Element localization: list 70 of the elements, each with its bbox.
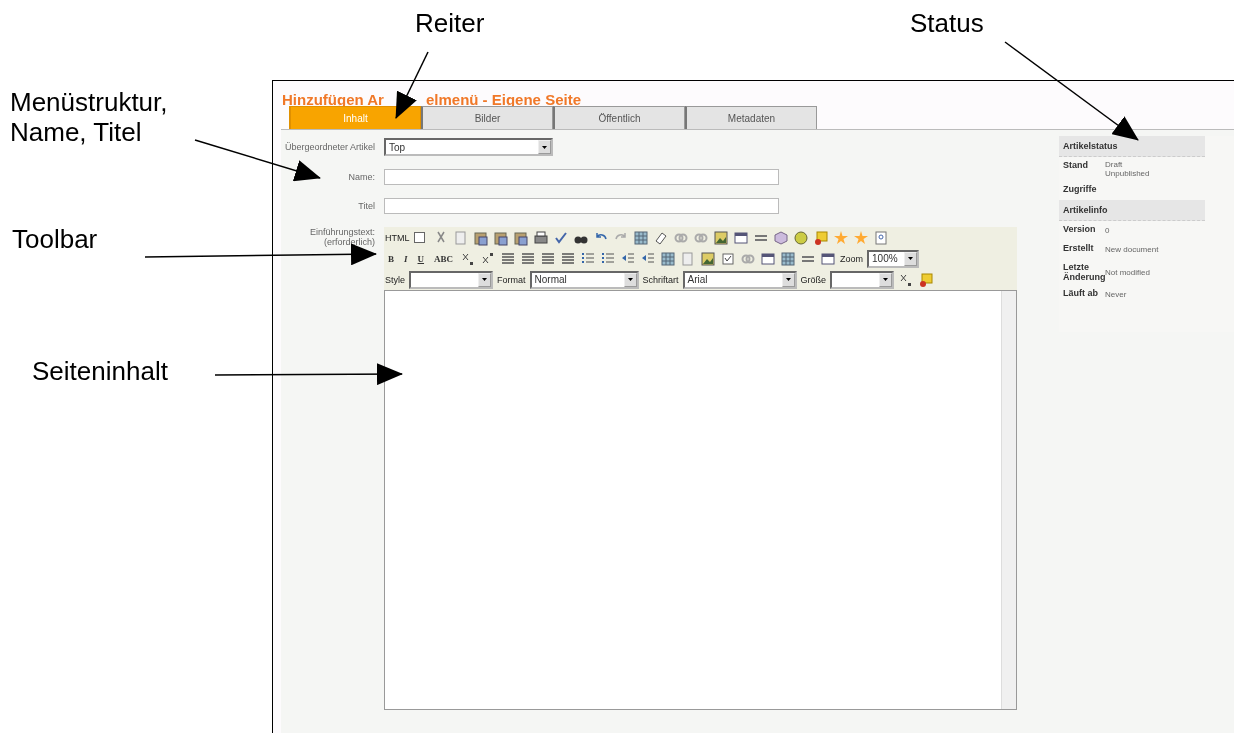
caret-icon bbox=[908, 257, 914, 260]
status-value: Never bbox=[1105, 290, 1127, 299]
section-header: Artikelinfo bbox=[1059, 200, 1205, 221]
field-label: Einführungstext: (erforderlich) bbox=[308, 227, 375, 247]
page-title: Hinzufügen Ar bbox=[282, 91, 384, 106]
field-icon[interactable] bbox=[820, 250, 837, 267]
status-value: Unpublished bbox=[1105, 169, 1150, 178]
status-value: New document bbox=[1105, 245, 1159, 254]
annotation-label: Status bbox=[910, 8, 984, 39]
dropdown[interactable]: 100% bbox=[867, 249, 920, 268]
grid-icon[interactable] bbox=[660, 250, 677, 267]
align-right-icon[interactable] bbox=[540, 250, 557, 267]
field-label: Übergeordneter Artikel bbox=[283, 142, 375, 152]
input-field[interactable] bbox=[384, 169, 779, 185]
table-icon[interactable] bbox=[780, 250, 797, 267]
caret-icon bbox=[482, 278, 487, 281]
field-icon[interactable] bbox=[760, 250, 777, 267]
tab[interactable]: Bilder bbox=[421, 106, 553, 129]
scrollbar[interactable] bbox=[1001, 291, 1016, 709]
table-icon[interactable] bbox=[632, 229, 649, 246]
status-label: Letzte Änderung bbox=[1063, 262, 1105, 282]
status-value: Not modified bbox=[1105, 267, 1150, 277]
clipboard-icon[interactable] bbox=[472, 229, 489, 246]
window-icon[interactable] bbox=[732, 229, 749, 246]
status-label: Läuft ab bbox=[1063, 288, 1099, 300]
caret-icon bbox=[785, 278, 791, 281]
caret-icon bbox=[883, 278, 889, 281]
status-label: Stand bbox=[1063, 160, 1089, 172]
align-left-icon[interactable] bbox=[500, 250, 517, 267]
status-value: 0 bbox=[1105, 226, 1110, 235]
status-label: Version bbox=[1063, 224, 1097, 236]
format-button[interactable]: B bbox=[385, 253, 397, 264]
zoom-label: Zoom bbox=[840, 253, 864, 264]
html-toggle-label: HTML bbox=[385, 232, 410, 243]
printer-icon[interactable] bbox=[532, 229, 549, 246]
dropdown[interactable]: Normal bbox=[529, 270, 639, 289]
caret-icon bbox=[627, 278, 633, 281]
page-title: elmenü - Eigene Seite bbox=[425, 91, 581, 106]
dropdown[interactable] bbox=[830, 270, 895, 289]
dropdown[interactable]: Top bbox=[384, 138, 553, 156]
format-button[interactable]: I bbox=[401, 253, 411, 264]
box-icon[interactable] bbox=[812, 229, 829, 246]
status-value: Draft bbox=[1105, 160, 1124, 169]
dropdown-label: Style bbox=[385, 274, 405, 285]
section-header: Artikelstatus bbox=[1059, 136, 1205, 157]
format-button[interactable]: ABC bbox=[431, 253, 457, 264]
clipboard-icon[interactable] bbox=[512, 229, 529, 246]
dropdown-label: Größe bbox=[800, 274, 827, 285]
checkbox[interactable] bbox=[413, 232, 425, 243]
annotation-label: Reiter bbox=[415, 8, 485, 39]
field-label: Titel bbox=[357, 201, 375, 211]
status-label: Zugriffe bbox=[1063, 184, 1098, 196]
status-label: Erstellt bbox=[1063, 243, 1095, 255]
dropdown-label: Schriftart bbox=[642, 274, 679, 285]
align-center-icon[interactable] bbox=[520, 250, 537, 267]
field-label: Name: bbox=[347, 172, 375, 182]
dropdown[interactable]: Arial bbox=[682, 270, 797, 289]
input-field[interactable] bbox=[384, 198, 779, 214]
dropdown-label: Format bbox=[497, 274, 526, 285]
annotation-label: Seiteninhalt bbox=[32, 356, 168, 387]
image-icon[interactable] bbox=[712, 229, 729, 246]
annotation-label: Toolbar bbox=[12, 224, 98, 255]
tab[interactable]: Metadaten bbox=[685, 106, 817, 129]
format-button[interactable]: U bbox=[414, 253, 428, 264]
clipboard-icon[interactable] bbox=[492, 229, 509, 246]
caret-icon bbox=[542, 145, 547, 149]
justify-icon[interactable] bbox=[560, 250, 577, 267]
dropdown[interactable] bbox=[409, 270, 493, 289]
annotation-label: Menüstruktur, Name, Titel bbox=[10, 88, 168, 148]
tab[interactable]: Öffentlich bbox=[553, 106, 685, 129]
